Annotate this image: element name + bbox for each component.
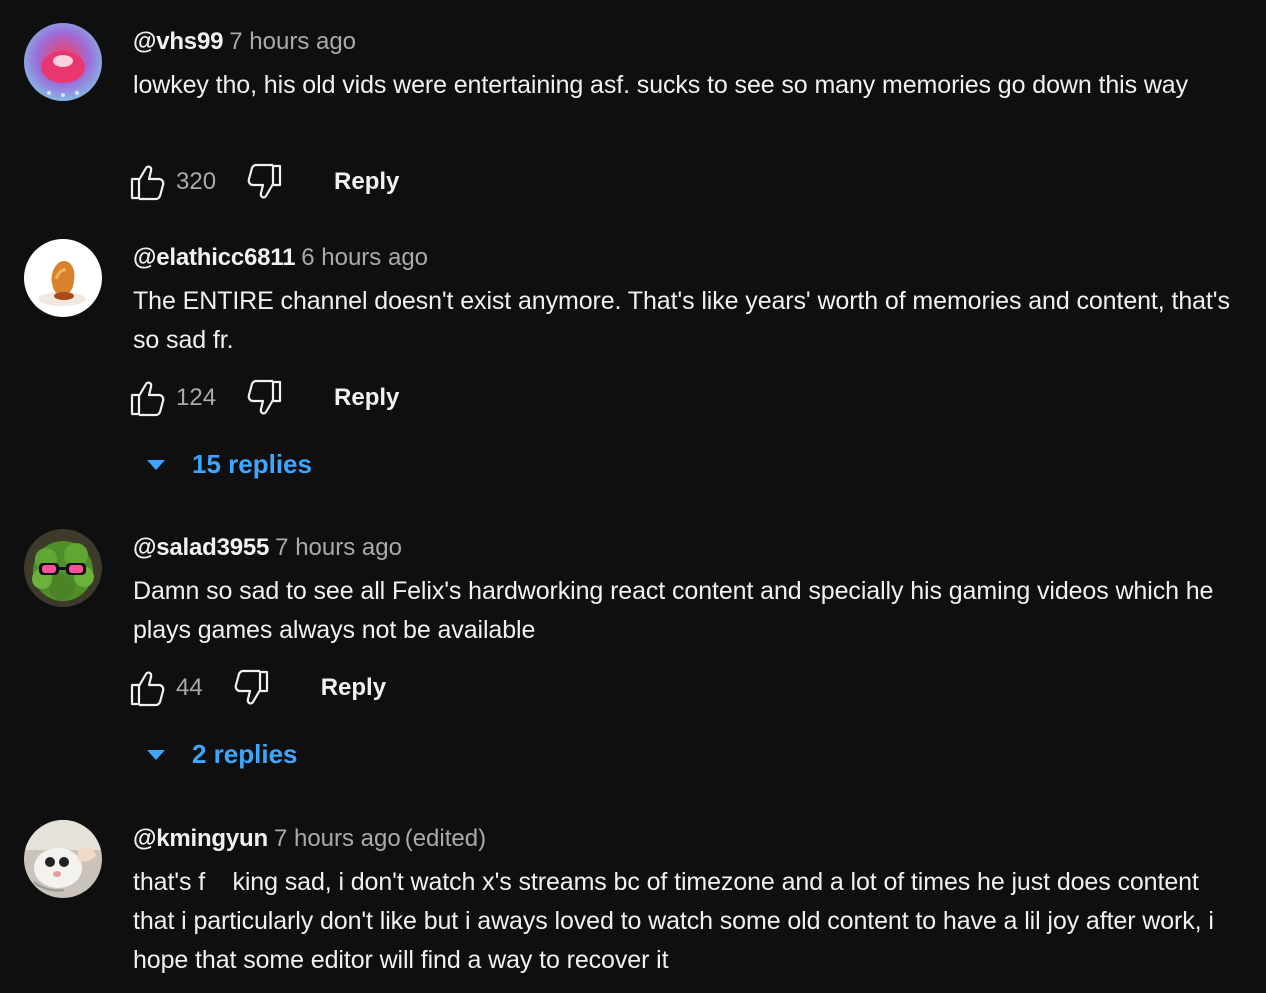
comment-author[interactable]: @vhs99 xyxy=(133,28,223,55)
thumbs-down-icon[interactable] xyxy=(244,378,284,418)
reply-button[interactable]: Reply xyxy=(334,384,399,412)
comment-timestamp[interactable]: 7 hours ago xyxy=(275,534,402,561)
comment-text: lowkey tho, his old vids were entertaini… xyxy=(133,71,1188,99)
comment-header: @vhs99 7 hours ago xyxy=(133,26,356,58)
caret-down-icon xyxy=(147,460,165,470)
thumbs-up-icon[interactable] xyxy=(128,162,168,202)
replies-count-label: 15 replies xyxy=(192,448,312,479)
thumbs-down-icon[interactable] xyxy=(231,668,271,708)
comment-author[interactable]: @kmingyun xyxy=(133,825,268,852)
comment-timestamp[interactable]: 6 hours ago xyxy=(301,244,428,271)
comment-author[interactable]: @elathicc6811 xyxy=(133,244,295,271)
comment-header: @salad3955 7 hours ago xyxy=(133,532,402,564)
view-replies-button[interactable]: 2 replies xyxy=(144,734,298,774)
like-count: 44 xyxy=(176,674,203,701)
reply-button[interactable]: Reply xyxy=(334,168,399,196)
thumbs-up-icon[interactable] xyxy=(128,378,168,418)
avatar[interactable] xyxy=(24,239,102,317)
comment-timestamp[interactable]: 7 hours ago xyxy=(274,825,401,852)
comment-actions: 320 Reply xyxy=(128,162,399,202)
comment-header: @kmingyun 7 hours ago (edited) xyxy=(133,823,486,855)
comment-timestamp[interactable]: 7 hours ago xyxy=(229,28,356,55)
avatar[interactable] xyxy=(24,820,102,898)
reply-button[interactable]: Reply xyxy=(321,674,386,702)
caret-down-icon xyxy=(147,750,165,760)
edited-label: (edited) xyxy=(404,825,487,852)
thumbs-up-icon[interactable] xyxy=(128,668,168,708)
like-count: 320 xyxy=(176,168,217,195)
comments-section: @vhs99 7 hours ago lowkey tho, his old vi… xyxy=(0,0,1266,993)
view-replies-button[interactable]: 15 replies xyxy=(144,444,312,484)
avatar[interactable] xyxy=(24,529,102,607)
comment-header: @elathicc6811 6 hours ago xyxy=(133,242,428,274)
comment-actions: 124 Reply xyxy=(128,378,399,418)
comment-text: Damn so sad to see all Felix's hardworki… xyxy=(133,577,1214,644)
thumbs-down-icon[interactable] xyxy=(244,162,284,202)
avatar[interactable] xyxy=(24,23,102,101)
replies-count-label: 2 replies xyxy=(192,738,298,769)
comment-text: that's f king sad, i don't watch x's str… xyxy=(133,868,1214,974)
like-count: 124 xyxy=(176,384,217,411)
comment-actions: 44 Reply xyxy=(128,668,386,708)
comment-author[interactable]: @salad3955 xyxy=(133,534,269,561)
comment-text: The ENTIRE channel doesn't exist anymore… xyxy=(133,287,1230,354)
